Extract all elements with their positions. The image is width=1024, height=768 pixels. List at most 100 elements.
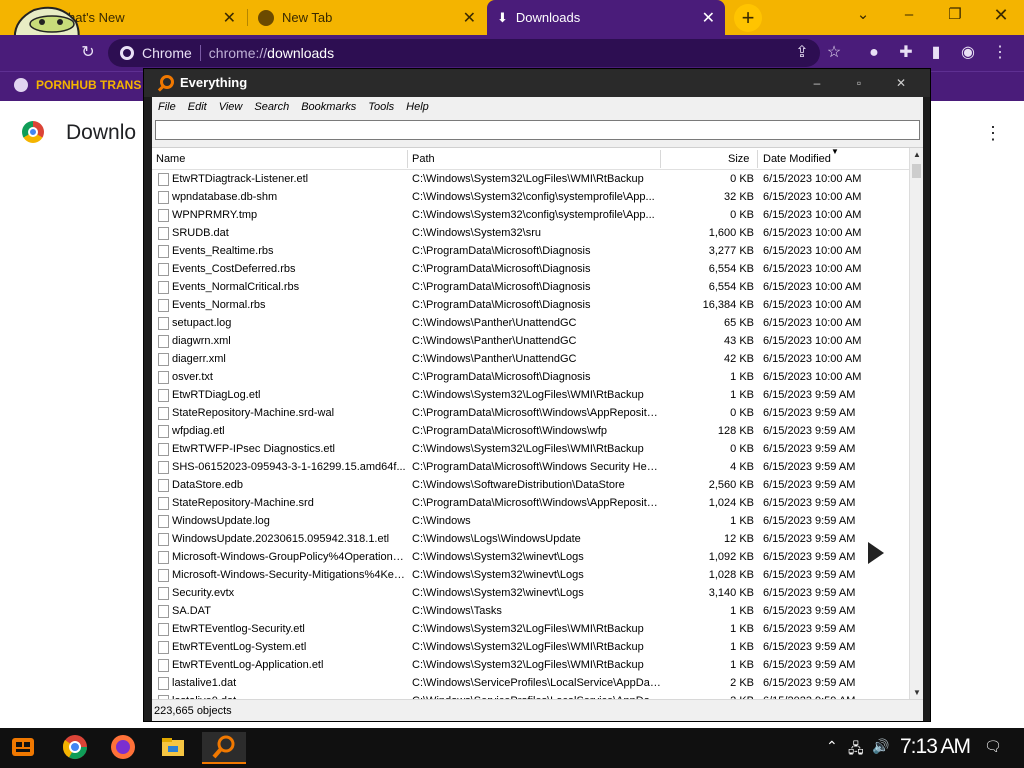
menu-icon[interactable]: ⋮	[990, 43, 1010, 63]
firefox-icon[interactable]	[106, 732, 140, 764]
menu-edit[interactable]: Edit	[188, 101, 207, 113]
result-row[interactable]: WPNPRMRY.tmp C:\Windows\System32\config\s…	[152, 206, 909, 224]
result-row[interactable]: DataStore.edb C:\Windows\SoftwareDistribu…	[152, 476, 909, 494]
bookmark-item[interactable]: PORNHUB TRANS	[14, 78, 141, 92]
search-input[interactable]	[160, 121, 919, 139]
close-icon[interactable]: ✕	[884, 73, 918, 93]
scroll-up-icon[interactable]: ▲	[910, 148, 924, 162]
result-row[interactable]: diagwrn.xml C:\Windows\Panther\UnattendGC…	[152, 332, 909, 350]
result-row[interactable]: StateRepository-Machine.srd-wal C:\Progra…	[152, 404, 909, 422]
menu-view[interactable]: View	[219, 101, 243, 113]
result-row[interactable]: WindowsUpdate.20230615.095942.318.1.etl C…	[152, 530, 909, 548]
chrome-icon[interactable]	[58, 732, 92, 764]
result-row[interactable]: Events_Realtime.rbs C:\ProgramData\Micros…	[152, 242, 909, 260]
result-row[interactable]: wfpdiag.etl C:\ProgramData\Microsoft\Wind…	[152, 422, 909, 440]
everything-titlebar[interactable]: Everything – ▫ ✕	[144, 69, 930, 97]
reload-icon[interactable]: ↻	[78, 43, 98, 63]
result-row[interactable]: EtwRTEventlog-Security.etl C:\Windows\Sys…	[152, 620, 909, 638]
result-row[interactable]: osver.txt C:\ProgramData\Microsoft\Diagno…	[152, 368, 909, 386]
column-date-modified[interactable]: Date Modified ▼	[763, 147, 839, 165]
clock[interactable]: 7:13 AM	[900, 735, 971, 759]
result-size: 65 KB	[724, 317, 754, 329]
column-path[interactable]: Path	[412, 153, 435, 165]
result-row[interactable]: StateRepository-Machine.srd C:\ProgramDat…	[152, 494, 909, 512]
result-size: 1 KB	[730, 641, 754, 653]
start-icon[interactable]	[6, 732, 40, 764]
result-size: 128 KB	[717, 425, 754, 437]
menu-help[interactable]: Help	[406, 101, 429, 113]
extensions-icon[interactable]: ✚	[896, 43, 916, 63]
result-row[interactable]: EtwRTDiagtrack-Listener.etl C:\Windows\Sy…	[152, 170, 909, 188]
browser-toolbar: ↻ Chrome chrome:// downloads ⇪ ☆ ● ✚ ▮ ◉…	[0, 35, 1024, 71]
bookmark-star-icon[interactable]: ☆	[824, 43, 844, 63]
result-name: WindowsUpdate.log	[172, 515, 270, 527]
tab-search-icon[interactable]: ⌄	[846, 4, 880, 28]
result-row[interactable]: wpndatabase.db-shm C:\Windows\System32\co…	[152, 188, 909, 206]
file-icon	[158, 587, 169, 600]
profile-avatar-icon[interactable]: ●	[864, 43, 884, 63]
result-row[interactable]: EtwRTEventLog-Application.etl C:\Windows\…	[152, 656, 909, 674]
result-row[interactable]: SA.DAT C:\Windows\Tasks 1 KB 6/15/2023 9:59…	[152, 602, 909, 620]
column-divider[interactable]	[660, 150, 661, 168]
minimize-icon[interactable]: –	[892, 4, 926, 28]
column-divider[interactable]	[407, 150, 408, 168]
chevron-up-icon[interactable]: ⌃	[826, 738, 838, 755]
result-row[interactable]: Security.evtx C:\Windows\System32\winevt\…	[152, 584, 909, 602]
chrome-logo-icon	[22, 121, 44, 143]
restore-icon[interactable]: ❐	[938, 4, 972, 28]
result-date: 6/15/2023 10:00 AM	[763, 299, 862, 311]
result-row[interactable]: SRUDB.dat C:\Windows\System32\sru 1,600 KB…	[152, 224, 909, 242]
tab-downloads[interactable]: ⬇ Downloads ✕	[487, 0, 725, 35]
menu-bookmarks[interactable]: Bookmarks	[301, 101, 356, 113]
tab-new-tab[interactable]: New Tab ✕	[248, 0, 486, 35]
new-tab-button[interactable]: +	[734, 4, 762, 32]
column-divider[interactable]	[757, 150, 758, 168]
file-icon	[158, 335, 169, 348]
network-icon[interactable]: 🖧	[848, 738, 864, 762]
result-row[interactable]: EtwRTDiagLog.etl C:\Windows\System32\LogF…	[152, 386, 909, 404]
result-row[interactable]: Events_Normal.rbs C:\ProgramData\Microsof…	[152, 296, 909, 314]
result-date: 6/15/2023 9:59 AM	[763, 605, 856, 617]
result-row[interactable]: EtwRTEventLog-System.etl C:\Windows\Syste…	[152, 638, 909, 656]
vertical-scrollbar[interactable]: ▲ ▼	[909, 148, 923, 700]
result-row[interactable]: EtwRTWFP-IPsec Diagnostics.etl C:\Windows…	[152, 440, 909, 458]
maximize-icon[interactable]: ▫	[842, 73, 876, 93]
close-icon[interactable]: ✕	[463, 8, 476, 28]
result-name: EtwRTWFP-IPsec Diagnostics.etl	[172, 443, 336, 455]
share-icon[interactable]: ⇪	[792, 43, 812, 63]
result-date: 6/15/2023 9:59 AM	[763, 443, 856, 455]
search-box[interactable]	[155, 120, 920, 140]
menu-tools[interactable]: Tools	[368, 101, 394, 113]
result-row[interactable]: Events_NormalCritical.rbs C:\ProgramData\…	[152, 278, 909, 296]
menu-search[interactable]: Search	[254, 101, 289, 113]
result-row[interactable]: lastalive1.dat C:\Windows\ServiceProfiles…	[152, 674, 909, 692]
scroll-thumb[interactable]	[912, 164, 921, 178]
result-size: 1,028 KB	[708, 569, 754, 581]
side-panel-icon[interactable]: ▮	[926, 43, 946, 63]
result-path: C:\Windows\Logs\WindowsUpdate	[412, 533, 581, 545]
close-icon[interactable]: ✕	[223, 8, 236, 28]
account-icon[interactable]: ◉	[958, 43, 978, 63]
file-explorer-icon[interactable]	[156, 732, 190, 764]
notification-icon[interactable]: 🗨	[984, 738, 1002, 755]
result-path: C:\ProgramData\Microsoft\Diagnosis	[412, 245, 591, 257]
more-actions-icon[interactable]: ⋮	[984, 123, 1002, 144]
everything-icon[interactable]	[202, 732, 246, 764]
result-row[interactable]: setupact.log C:\Windows\Panther\UnattendG…	[152, 314, 909, 332]
minimize-icon[interactable]: –	[800, 73, 834, 93]
result-row[interactable]: Microsoft-Windows-Security-Mitigations%4…	[152, 566, 909, 584]
result-row[interactable]: diagerr.xml C:\Windows\Panther\UnattendGC…	[152, 350, 909, 368]
address-bar[interactable]: Chrome chrome:// downloads	[108, 39, 820, 67]
menu-file[interactable]: File	[158, 101, 176, 113]
file-icon	[158, 659, 169, 672]
result-row[interactable]: SHS-06152023-095943-3-1-16299.15.amd64f.…	[152, 458, 909, 476]
scroll-down-icon[interactable]: ▼	[910, 686, 924, 700]
volume-icon[interactable]: 🔊	[872, 738, 889, 755]
column-size[interactable]: Size	[728, 153, 749, 165]
result-row[interactable]: Microsoft-Windows-GroupPolicy%4Operation…	[152, 548, 909, 566]
column-name[interactable]: Name	[156, 153, 185, 165]
close-icon[interactable]: ✕	[702, 8, 715, 28]
close-window-icon[interactable]: ✕	[984, 4, 1018, 28]
result-row[interactable]: WindowsUpdate.log C:\Windows 1 KB 6/15/2023…	[152, 512, 909, 530]
result-row[interactable]: Events_CostDeferred.rbs C:\ProgramData\Mi…	[152, 260, 909, 278]
